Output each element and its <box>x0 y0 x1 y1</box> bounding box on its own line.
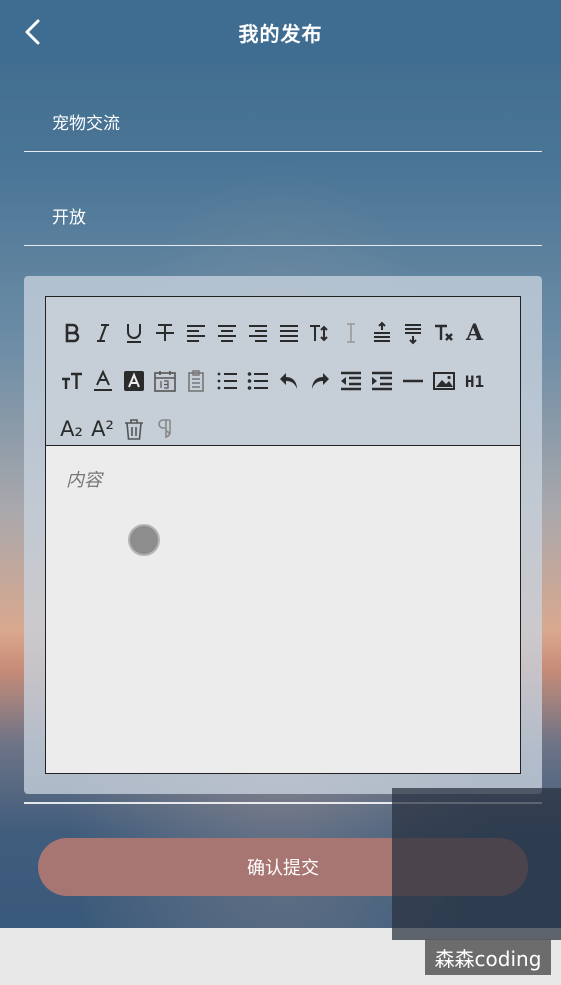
indent-icon <box>371 371 392 391</box>
align-right-button[interactable] <box>242 309 273 357</box>
align-right-icon <box>248 325 267 342</box>
font-family-button[interactable]: A <box>459 309 490 357</box>
undo-button[interactable] <box>273 357 304 405</box>
strikethrough-button[interactable] <box>149 309 180 357</box>
align-center-button[interactable] <box>211 309 242 357</box>
undo-icon <box>279 373 297 389</box>
spacing-up-icon <box>373 321 390 342</box>
align-center-icon <box>217 325 236 342</box>
align-left-button[interactable] <box>180 309 211 357</box>
heading-button[interactable]: H1 <box>459 357 490 405</box>
content-input[interactable]: 内容 <box>46 446 520 772</box>
clear-format-icon <box>434 324 453 341</box>
insert-date-button[interactable] <box>149 357 180 405</box>
page-title: 我的发布 <box>238 21 323 46</box>
indent-button[interactable] <box>366 357 397 405</box>
align-justify-icon <box>279 325 298 342</box>
outdent-button[interactable] <box>335 357 366 405</box>
editor-card: A H1 A₂ A² 内容 <box>24 276 542 794</box>
navbar: 我的发布 <box>0 0 561 64</box>
italic-button[interactable] <box>87 309 118 357</box>
strikethrough-icon <box>155 324 174 341</box>
clear-format-button[interactable] <box>428 309 459 357</box>
heading-label: H1 <box>464 371 485 391</box>
insert-image-button[interactable] <box>428 357 459 405</box>
subscript-label: A₂ <box>60 417 83 441</box>
underline-icon <box>126 324 141 343</box>
horizontal-rule-button[interactable] <box>397 357 428 405</box>
insert-time-button[interactable] <box>180 357 211 405</box>
font-size-icon <box>61 372 82 389</box>
highlight-icon <box>123 371 144 391</box>
image-icon <box>432 372 455 390</box>
spacing-down-icon <box>404 324 421 345</box>
align-left-icon <box>186 325 205 342</box>
text-size-icon <box>309 325 328 342</box>
line-height-button[interactable] <box>335 309 366 357</box>
bold-icon <box>65 323 79 343</box>
content-placeholder: 内容 <box>66 470 102 491</box>
text-cursor-icon <box>346 323 355 343</box>
outdent-icon <box>340 371 361 391</box>
horizontal-rule-icon <box>402 379 423 383</box>
paragraph-spacing-top-button[interactable] <box>366 309 397 357</box>
font-size-button[interactable] <box>304 309 335 357</box>
touch-indicator <box>128 524 160 556</box>
unordered-list-button[interactable] <box>242 357 273 405</box>
background-color-button[interactable] <box>118 357 149 405</box>
redo-icon <box>311 373 329 389</box>
bold-button[interactable] <box>56 309 87 357</box>
bullet-list-icon <box>247 372 268 390</box>
serif-a-label: A <box>465 320 484 346</box>
calendar-icon <box>153 371 176 392</box>
italic-icon <box>96 324 109 342</box>
align-justify-button[interactable] <box>273 309 304 357</box>
font-color-icon <box>93 369 112 391</box>
type-field[interactable]: 宠物交流 <box>24 92 542 152</box>
rich-text-editor: A H1 A₂ A² 内容 <box>45 296 521 774</box>
chevron-left-icon <box>25 19 40 45</box>
pilcrow-icon <box>157 419 171 438</box>
font-size-alt-button[interactable] <box>56 357 87 405</box>
clipboard-icon <box>187 370 204 392</box>
status-field[interactable]: 开放 <box>24 186 542 246</box>
paragraph-spacing-bottom-button[interactable] <box>397 309 428 357</box>
underline-button[interactable] <box>118 309 149 357</box>
editor-toolbar: A H1 A₂ A² <box>46 297 520 446</box>
watermark: 森森coding <box>425 939 551 975</box>
ordered-list-button[interactable] <box>211 357 242 405</box>
ordered-list-icon <box>217 372 237 390</box>
redo-button[interactable] <box>304 357 335 405</box>
trash-icon <box>124 419 143 440</box>
font-color-button[interactable] <box>87 357 118 405</box>
superscript-label: A² <box>91 417 114 441</box>
back-button[interactable] <box>18 16 48 48</box>
corner-overlay <box>392 788 561 940</box>
